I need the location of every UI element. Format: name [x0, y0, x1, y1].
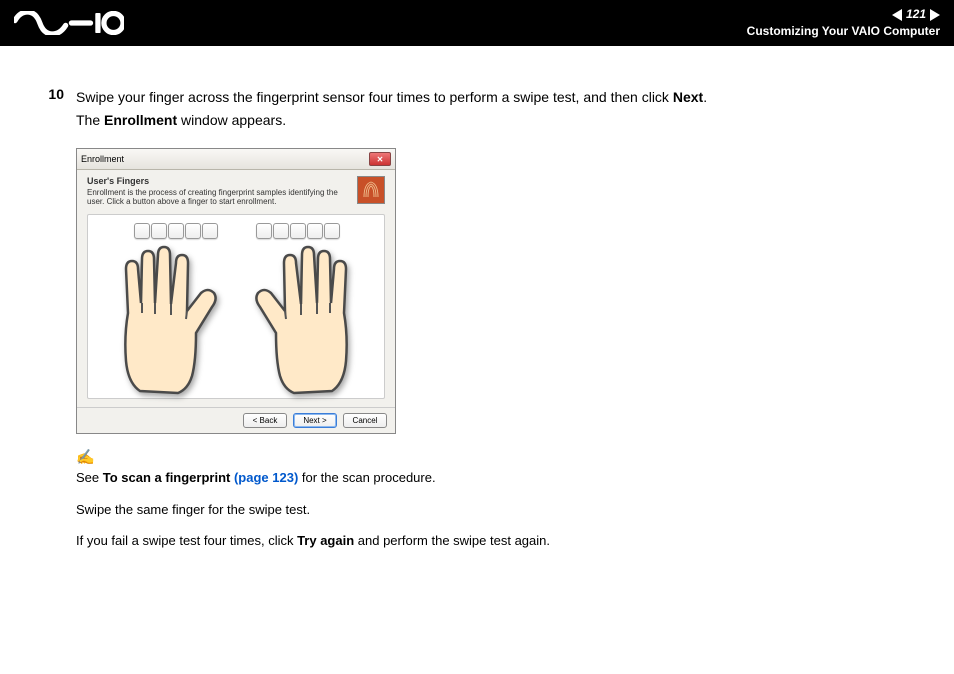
note-line-3: If you fail a swipe test four times, cli… [76, 531, 914, 551]
step-text-2b: window appears. [177, 112, 286, 128]
close-icon: ✕ [377, 155, 384, 164]
step-10: 10 Swipe your finger across the fingerpr… [40, 86, 914, 132]
right-ring-slot[interactable] [307, 223, 323, 239]
close-button[interactable]: ✕ [369, 152, 391, 166]
dialog-titlebar: Enrollment ✕ [77, 149, 395, 170]
enrollment-dialog: Enrollment ✕ User's Fingers Enrollment i… [76, 148, 396, 434]
left-pinky-slot[interactable] [134, 223, 150, 239]
left-hand-illustration [118, 241, 233, 402]
vaio-logo [14, 11, 124, 35]
prev-page-arrow[interactable] [892, 9, 902, 21]
note-1-bold: To scan a fingerprint [103, 470, 234, 485]
step-text-enrollment: Enrollment [104, 112, 177, 128]
page-nav: 121 [747, 6, 940, 23]
note-1-pre: See [76, 470, 103, 485]
note-1-link[interactable]: (page 123) [234, 470, 298, 485]
right-hand-illustration [239, 241, 354, 402]
hands-area [87, 214, 385, 399]
note-3-bold: Try again [297, 533, 354, 548]
left-middle-slot[interactable] [168, 223, 184, 239]
step-text-2a: The [76, 112, 104, 128]
left-index-slot[interactable] [185, 223, 201, 239]
dialog-description: Enrollment is the process of creating fi… [87, 188, 338, 206]
notes-block: ✍ See To scan a fingerprint (page 123) f… [76, 448, 914, 551]
dialog-footer: < Back Next > Cancel [77, 407, 395, 433]
step-text-1b: . [703, 89, 707, 105]
header-right: 121 Customizing Your VAIO Computer [747, 6, 940, 40]
step-text-next: Next [673, 89, 703, 105]
right-pinky-slot[interactable] [324, 223, 340, 239]
left-hand-col [118, 223, 233, 398]
left-ring-slot[interactable] [151, 223, 167, 239]
dialog-heading: User's Fingers [87, 176, 351, 186]
page-content: 10 Swipe your finger across the fingerpr… [0, 46, 954, 551]
note-3-post: and perform the swipe test again. [354, 533, 550, 548]
dialog-body: User's Fingers Enrollment is the process… [77, 170, 395, 210]
left-finger-slots [134, 223, 218, 239]
note-line-1: See To scan a fingerprint (page 123) for… [76, 468, 914, 488]
note-icon: ✍ [76, 448, 914, 466]
right-index-slot[interactable] [273, 223, 289, 239]
note-1-post: for the scan procedure. [298, 470, 435, 485]
step-text-1a: Swipe your finger across the fingerprint… [76, 89, 673, 105]
cancel-button[interactable]: Cancel [343, 413, 387, 428]
left-thumb-slot[interactable] [202, 223, 218, 239]
vaio-logo-svg [14, 11, 124, 35]
dialog-text: User's Fingers Enrollment is the process… [87, 176, 351, 206]
dialog-title: Enrollment [81, 154, 124, 164]
note-line-2: Swipe the same finger for the swipe test… [76, 500, 914, 520]
next-page-arrow[interactable] [930, 9, 940, 21]
right-hand-col [239, 223, 354, 398]
back-button[interactable]: < Back [243, 413, 287, 428]
step-number: 10 [40, 86, 64, 132]
page-number: 121 [906, 6, 926, 23]
right-middle-slot[interactable] [290, 223, 306, 239]
next-button[interactable]: Next > [293, 413, 337, 428]
note-3-pre: If you fail a swipe test four times, cli… [76, 533, 297, 548]
fingerprint-icon [357, 176, 385, 204]
right-thumb-slot[interactable] [256, 223, 272, 239]
page-header: 121 Customizing Your VAIO Computer [0, 0, 954, 46]
right-finger-slots [256, 223, 340, 239]
section-title: Customizing Your VAIO Computer [747, 23, 940, 40]
step-body: Swipe your finger across the fingerprint… [76, 86, 914, 132]
